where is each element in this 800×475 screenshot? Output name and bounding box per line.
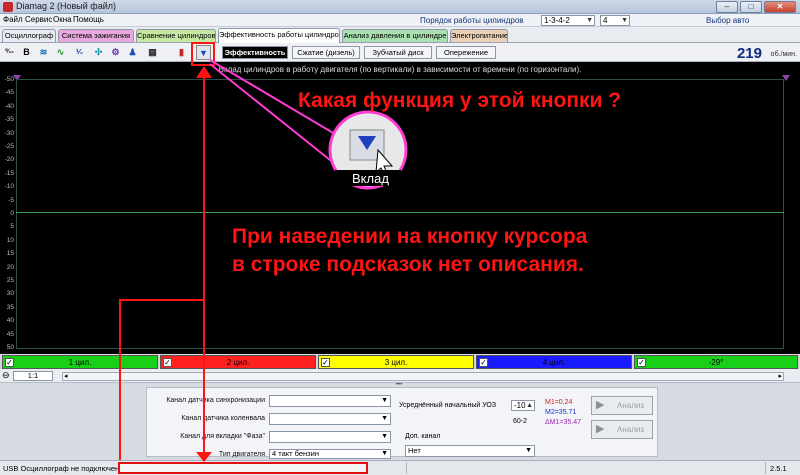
- highlight-box: [191, 42, 215, 66]
- arrow-head-up: [196, 66, 212, 78]
- annotation-layer: Вклад Какая функция у этой кнопки ? При …: [119, 42, 621, 462]
- arrow-line-left: [119, 299, 204, 460]
- annotation-note-line1: При наведении на кнопку курсора: [232, 225, 588, 248]
- zoomed-tab-text: Вклад: [352, 171, 389, 186]
- annotation-question: Какая функция у этой кнопки ?: [298, 89, 621, 112]
- arrow-head-down: [196, 452, 212, 462]
- annotation-note-line2: в строке подсказок нет описания.: [232, 253, 584, 276]
- zoom-connector-bottom: [209, 63, 341, 169]
